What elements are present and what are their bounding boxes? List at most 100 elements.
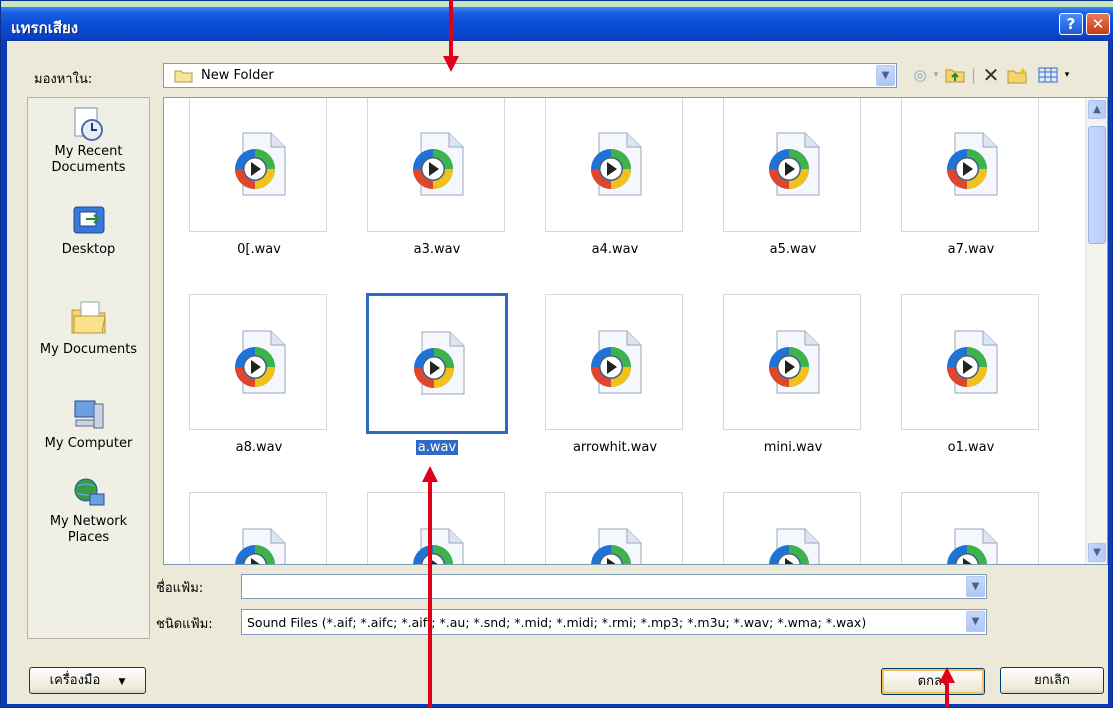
- file-item[interactable]: arrowhit.wav: [530, 294, 700, 464]
- place-label: My Computer: [44, 436, 133, 451]
- chevron-down-icon[interactable]: ▼: [966, 576, 985, 597]
- place-label: My Documents: [39, 342, 138, 357]
- file-name-text: a8.wav: [235, 440, 283, 455]
- folder-icon: [174, 70, 193, 83]
- place-my-computer[interactable]: My Computer: [28, 398, 149, 452]
- look-in-combo[interactable]: New Folder ▼: [163, 63, 897, 88]
- media-file-icon: [769, 330, 820, 394]
- file-item[interactable]: [352, 492, 522, 564]
- media-file-icon: [414, 331, 465, 395]
- my-computer-icon: [72, 398, 106, 432]
- media-file-icon: [591, 132, 642, 196]
- file-item[interactable]: [530, 492, 700, 564]
- file-name-text: a5.wav: [769, 242, 817, 257]
- file-name: a4.wav: [530, 242, 700, 257]
- file-item[interactable]: mini.wav: [708, 294, 878, 464]
- annotation-arrow-head: [422, 466, 438, 482]
- back-icon[interactable]: ◎: [909, 63, 931, 87]
- file-name: a8.wav: [174, 440, 344, 455]
- file-thumbnail: [189, 492, 327, 564]
- network-places-icon: [72, 476, 106, 510]
- ok-button[interactable]: ตกลง: [881, 668, 985, 695]
- file-item[interactable]: [886, 492, 1056, 564]
- file-name-text: 0[.wav: [237, 242, 281, 257]
- media-file-icon: [947, 132, 998, 196]
- file-name: arrowhit.wav: [530, 440, 700, 455]
- file-thumbnail: [901, 294, 1039, 430]
- back-dropdown-icon[interactable]: ▾: [931, 63, 941, 87]
- file-item[interactable]: a4.wav: [530, 98, 700, 266]
- new-folder-icon[interactable]: [1005, 63, 1031, 87]
- annotation-arrow-head: [939, 667, 955, 683]
- file-name: a7.wav: [886, 242, 1056, 257]
- file-item[interactable]: a.wav: [352, 293, 522, 464]
- window-title: แทรกเสียง: [11, 19, 79, 37]
- my-documents-icon: [69, 298, 109, 338]
- tools-button[interactable]: เครื่องมือ ▼: [29, 667, 146, 694]
- file-thumbnail: [366, 293, 508, 434]
- place-desktop[interactable]: Desktop: [28, 204, 149, 258]
- vertical-scrollbar[interactable]: ▲ ▼: [1085, 98, 1107, 564]
- file-name-text: mini.wav: [763, 440, 823, 455]
- file-thumbnail: [367, 98, 505, 232]
- media-file-icon: [235, 132, 286, 196]
- look-in-label: มองหาใน:: [34, 72, 93, 87]
- media-file-icon: [769, 132, 820, 196]
- annotation-arrow-ok: [945, 682, 949, 708]
- file-thumbnail: [545, 492, 683, 564]
- file-name-input[interactable]: ▼: [241, 574, 987, 599]
- tools-button-label: เครื่องมือ: [49, 673, 101, 688]
- media-file-icon: [413, 528, 464, 564]
- chevron-down-icon: ▼: [118, 677, 126, 687]
- file-name: 0[.wav: [174, 242, 344, 257]
- file-item[interactable]: 0[.wav: [174, 98, 344, 266]
- file-item[interactable]: o1.wav: [886, 294, 1056, 464]
- media-file-icon: [413, 132, 464, 196]
- file-name: mini.wav: [708, 440, 878, 455]
- dialog-toolbar: ◎ ▾ | ✕ ▾: [905, 63, 1105, 89]
- file-item[interactable]: a5.wav: [708, 98, 878, 266]
- media-file-icon: [591, 330, 642, 394]
- file-thumbnail: [189, 294, 327, 430]
- file-thumbnail: [901, 98, 1039, 232]
- cancel-button[interactable]: ยกเลิก: [1000, 667, 1104, 694]
- file-thumbnail: [189, 98, 327, 232]
- file-item[interactable]: a8.wav: [174, 294, 344, 464]
- up-folder-icon[interactable]: [943, 63, 967, 87]
- insert-sound-dialog: แทรกเสียง ? ✕ มองหาใน: New Folder ▼ ◎ ▾ …: [0, 0, 1113, 708]
- media-file-icon: [769, 528, 820, 564]
- file-item[interactable]: [708, 492, 878, 564]
- file-item[interactable]: a7.wav: [886, 98, 1056, 266]
- media-file-icon: [235, 330, 286, 394]
- file-type-select[interactable]: Sound Files (*.aif; *.aifc; *.aiff; *.au…: [241, 609, 987, 635]
- file-thumbnail: [723, 294, 861, 430]
- place-my-documents[interactable]: My Documents: [28, 298, 149, 358]
- file-thumbnail: [901, 492, 1039, 564]
- scroll-up-button[interactable]: ▲: [1088, 100, 1106, 119]
- file-name-text: a.wav: [415, 440, 459, 455]
- chevron-down-icon[interactable]: ▼: [876, 65, 895, 86]
- media-file-icon: [947, 528, 998, 564]
- recent-documents-icon: [72, 106, 106, 141]
- help-button[interactable]: ?: [1059, 13, 1083, 35]
- annotation-arrow-head: [443, 56, 459, 72]
- close-button[interactable]: ✕: [1086, 13, 1110, 35]
- media-file-icon: [235, 528, 286, 564]
- views-icon[interactable]: [1035, 63, 1061, 87]
- file-item[interactable]: [174, 492, 344, 564]
- file-list[interactable]: o1.wav mini.wav arrowhit.wav a.wav a8.wav a7.…: [163, 97, 1108, 565]
- place-my-network-places[interactable]: My Network Places: [28, 476, 149, 546]
- look-in-value: New Folder: [201, 68, 274, 83]
- chevron-down-icon[interactable]: ▼: [966, 611, 985, 632]
- file-thumbnail: [367, 492, 505, 564]
- delete-icon[interactable]: ✕: [979, 63, 1003, 87]
- scroll-thumb[interactable]: [1088, 126, 1106, 244]
- place-my-recent-documents[interactable]: My Recent Documents: [28, 106, 149, 176]
- file-thumbnail: [723, 492, 861, 564]
- file-item[interactable]: a3.wav: [352, 98, 522, 266]
- annotation-arrow-look-in: [449, 0, 453, 56]
- views-dropdown-icon[interactable]: ▾: [1061, 63, 1073, 87]
- desktop-icon: [72, 204, 106, 238]
- file-type-label: ชนิดแฟ้ม:: [156, 617, 213, 632]
- scroll-down-button[interactable]: ▼: [1088, 543, 1106, 562]
